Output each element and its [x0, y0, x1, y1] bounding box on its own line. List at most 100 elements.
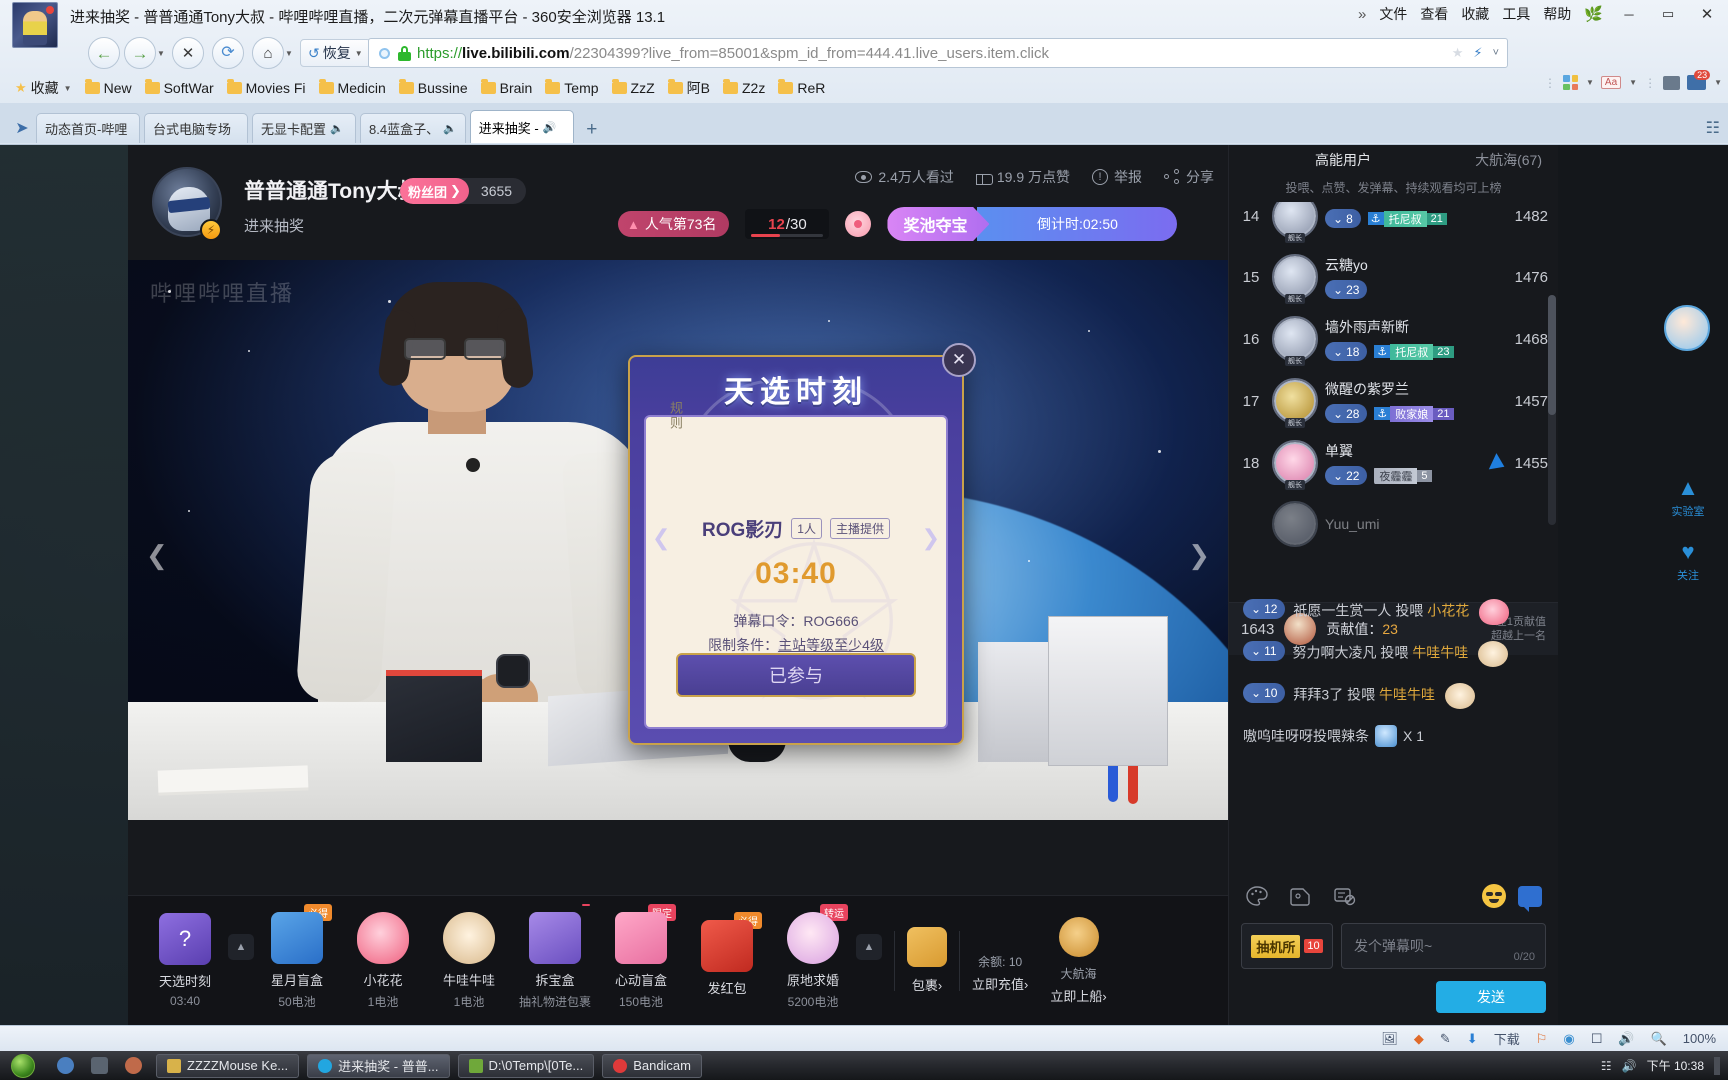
danmaku-input[interactable]: 发个弹幕呗~ 0/20: [1341, 923, 1546, 969]
window-icon[interactable]: ☐: [1591, 1031, 1603, 1047]
avatar[interactable]: 舰长: [1272, 378, 1318, 428]
rank-list[interactable]: 14 舰长 ⌄ 8 ⚓ 托尼叔 21 1482 15 舰长 云糖yo ⌄ 23 …: [1229, 202, 1558, 602]
bookmark-item[interactable]: Bussine: [394, 78, 473, 98]
mute-icon[interactable]: 🔈: [443, 122, 457, 135]
tab-options-icon[interactable]: ☷: [1706, 118, 1720, 138]
rank-row[interactable]: Yuu_umi: [1229, 494, 1558, 554]
voyage-button[interactable]: 大航海 立即上船›: [1050, 916, 1107, 1005]
popularity-rank-badge[interactable]: ▲ 人气第73名: [618, 211, 730, 237]
rank-row[interactable]: 17 舰长 微醒の紫罗兰 ⌄ 28 ⚓ 败家娘 21 1457: [1229, 370, 1558, 432]
rank-row[interactable]: 15 舰长 云糖yo ⌄ 23 1476: [1229, 246, 1558, 308]
avatar[interactable]: [1272, 501, 1318, 547]
image-icon[interactable]: 🖼: [1381, 1031, 1398, 1047]
float-lab-button[interactable]: ▲ 实验室: [1658, 475, 1718, 519]
lottery-shortcut-button[interactable]: 抽机所 10: [1241, 923, 1333, 969]
taskbar-button-bandicam[interactable]: Bandicam: [602, 1053, 702, 1078]
rank-row[interactable]: 18 舰长 单翼 ⌄ 22 夜霾霾 5 1455: [1229, 432, 1558, 494]
tab-blue-box[interactable]: 8.4蓝盒子、 🔈: [360, 113, 466, 143]
quick-launch-media-icon[interactable]: [84, 1051, 114, 1080]
rank-scrollbar[interactable]: [1548, 295, 1556, 525]
lightning-icon[interactable]: ⚡: [1473, 45, 1482, 61]
fan-club-badge[interactable]: 粉丝团 ❯ 3655: [400, 178, 527, 204]
bookmark-item[interactable]: Movies Fi: [222, 78, 311, 98]
edit-icon[interactable]: ✎: [1440, 1031, 1451, 1047]
tab-dynamic-home[interactable]: 动态首页-哔哩: [36, 113, 140, 143]
menu-overflow-icon[interactable]: »: [1358, 6, 1366, 23]
start-orb-icon[interactable]: [0, 1051, 46, 1080]
taskbar-button-explorer[interactable]: D:\0Temp\[0Te...: [457, 1053, 595, 1078]
quick-launch-browser-icon[interactable]: [50, 1051, 80, 1080]
menu-item-tools[interactable]: 工具: [1502, 4, 1530, 24]
bookmark-item[interactable]: ZzZ: [607, 78, 660, 98]
menu-item-help[interactable]: 帮助: [1543, 4, 1571, 24]
video-prev-icon[interactable]: ❮: [146, 540, 168, 571]
quick-launch-app-icon[interactable]: [118, 1051, 148, 1080]
tray-clock[interactable]: 下午 10:38: [1647, 1059, 1704, 1073]
gift-item-little-flower[interactable]: 小花花 1电池: [340, 911, 426, 1010]
avatar[interactable]: 舰长: [1272, 316, 1318, 366]
taskbar-button-browser[interactable]: 进来抽奖 - 普普...: [307, 1053, 450, 1078]
zoom-icon[interactable]: 🔍: [1651, 1031, 1667, 1047]
apps-grid-icon[interactable]: [1563, 75, 1578, 90]
send-button[interactable]: 发送: [1436, 981, 1546, 1013]
float-follow-button[interactable]: ♥ 关注: [1658, 539, 1718, 583]
new-tab-button[interactable]: +: [578, 117, 606, 143]
avatar[interactable]: 舰长: [1272, 440, 1318, 490]
window-icon[interactable]: [1663, 75, 1681, 90]
gift-more-button[interactable]: ▲: [856, 933, 882, 960]
bookmark-item[interactable]: Z2z: [718, 78, 770, 98]
gift-expand-button[interactable]: ▲: [228, 933, 254, 960]
mute-icon[interactable]: 🔈: [330, 122, 344, 135]
prize-pool-banner[interactable]: 奖池夺宝 倒计时:02:50: [887, 207, 1178, 241]
tab-desktop-pc[interactable]: 台式电脑专场: [144, 113, 248, 143]
gift-item-cow[interactable]: 牛哇牛哇 1电池: [426, 911, 512, 1010]
tab-high-energy-users[interactable]: 高能用户: [1315, 150, 1371, 170]
reload-button[interactable]: ⟳: [212, 37, 244, 69]
report-button[interactable]: ! 举报: [1092, 167, 1142, 187]
chat-user[interactable]: 拜拜3了: [1293, 687, 1343, 703]
bookmark-item[interactable]: 阿B: [663, 76, 715, 100]
leaf-icon[interactable]: 🌿: [1584, 5, 1603, 23]
gift-item-treasure-box[interactable]: 拆宝盒 抽礼物进包裹: [512, 903, 598, 1010]
gift-item-star-box[interactable]: 必得 星月盲盒 50电池: [254, 903, 340, 1010]
star-icon[interactable]: ★: [1452, 45, 1464, 61]
forward-button[interactable]: →: [124, 37, 156, 69]
tab-no-gpu-build[interactable]: 无显卡配置 🔈: [252, 113, 356, 143]
video-next-icon[interactable]: ❯: [1188, 540, 1210, 571]
flower-progress[interactable]: 12 /30: [745, 209, 830, 239]
lottery-join-button[interactable]: 已参与: [676, 653, 916, 697]
danmaku-toggle-icon[interactable]: [1518, 885, 1542, 912]
close-button[interactable]: ✕: [1694, 4, 1720, 24]
gift-item-lottery[interactable]: ? 天选时刻 03:40: [142, 913, 228, 1008]
flag-icon[interactable]: ⚐: [1536, 1031, 1548, 1047]
restore-session-button[interactable]: ↺ 恢复 ▼: [300, 39, 371, 67]
menu-item-view[interactable]: 查看: [1420, 4, 1448, 24]
network-icon[interactable]: ☷: [1601, 1059, 1612, 1073]
forward-dropdown-icon[interactable]: ▼: [157, 49, 165, 58]
maximize-button[interactable]: ▭: [1655, 4, 1681, 24]
back-button[interactable]: ←: [88, 37, 120, 69]
video-player[interactable]: 哔哩哔哩直播 ❮ ❯ ✕ 天选时刻 ROG影刃 1人 主播提供 03:40 弹幕…: [128, 260, 1228, 820]
home-dropdown-icon[interactable]: ▼: [285, 49, 293, 58]
palette-icon[interactable]: [1245, 885, 1269, 907]
home-button[interactable]: ⌂: [252, 37, 284, 69]
globe-icon[interactable]: ◉: [1563, 1031, 1574, 1047]
rank-row[interactable]: 14 舰长 ⌄ 8 ⚓ 托尼叔 21 1482: [1229, 202, 1558, 246]
bookmark-item[interactable]: SoftWar: [140, 78, 219, 98]
tab-voyage[interactable]: 大航海(67): [1475, 150, 1542, 170]
balance-recharge[interactable]: 余额: 10 立即充值›: [972, 929, 1028, 993]
action-center-icon[interactable]: [1714, 1056, 1720, 1075]
minimize-button[interactable]: ─: [1616, 4, 1642, 24]
block-danmaku-icon[interactable]: [1333, 885, 1357, 907]
tab-list-icon[interactable]: ➤: [8, 113, 36, 143]
bookmark-item[interactable]: Brain: [476, 78, 538, 98]
gift-item-heart-box[interactable]: 限定 心动盲盒 150电池: [598, 903, 684, 1010]
bookmark-item[interactable]: Temp: [540, 78, 603, 98]
package-button[interactable]: 包裹›: [907, 927, 947, 994]
menu-item-favorites[interactable]: 收藏: [1461, 4, 1489, 24]
gift-item-red-packet[interactable]: 必得 发红包: [684, 912, 770, 1001]
sound-icon[interactable]: 🔊: [543, 121, 557, 134]
sticker-icon[interactable]: [1289, 885, 1313, 907]
download-icon[interactable]: ⬇: [1467, 1031, 1478, 1047]
stop-button[interactable]: ✕: [172, 37, 204, 69]
